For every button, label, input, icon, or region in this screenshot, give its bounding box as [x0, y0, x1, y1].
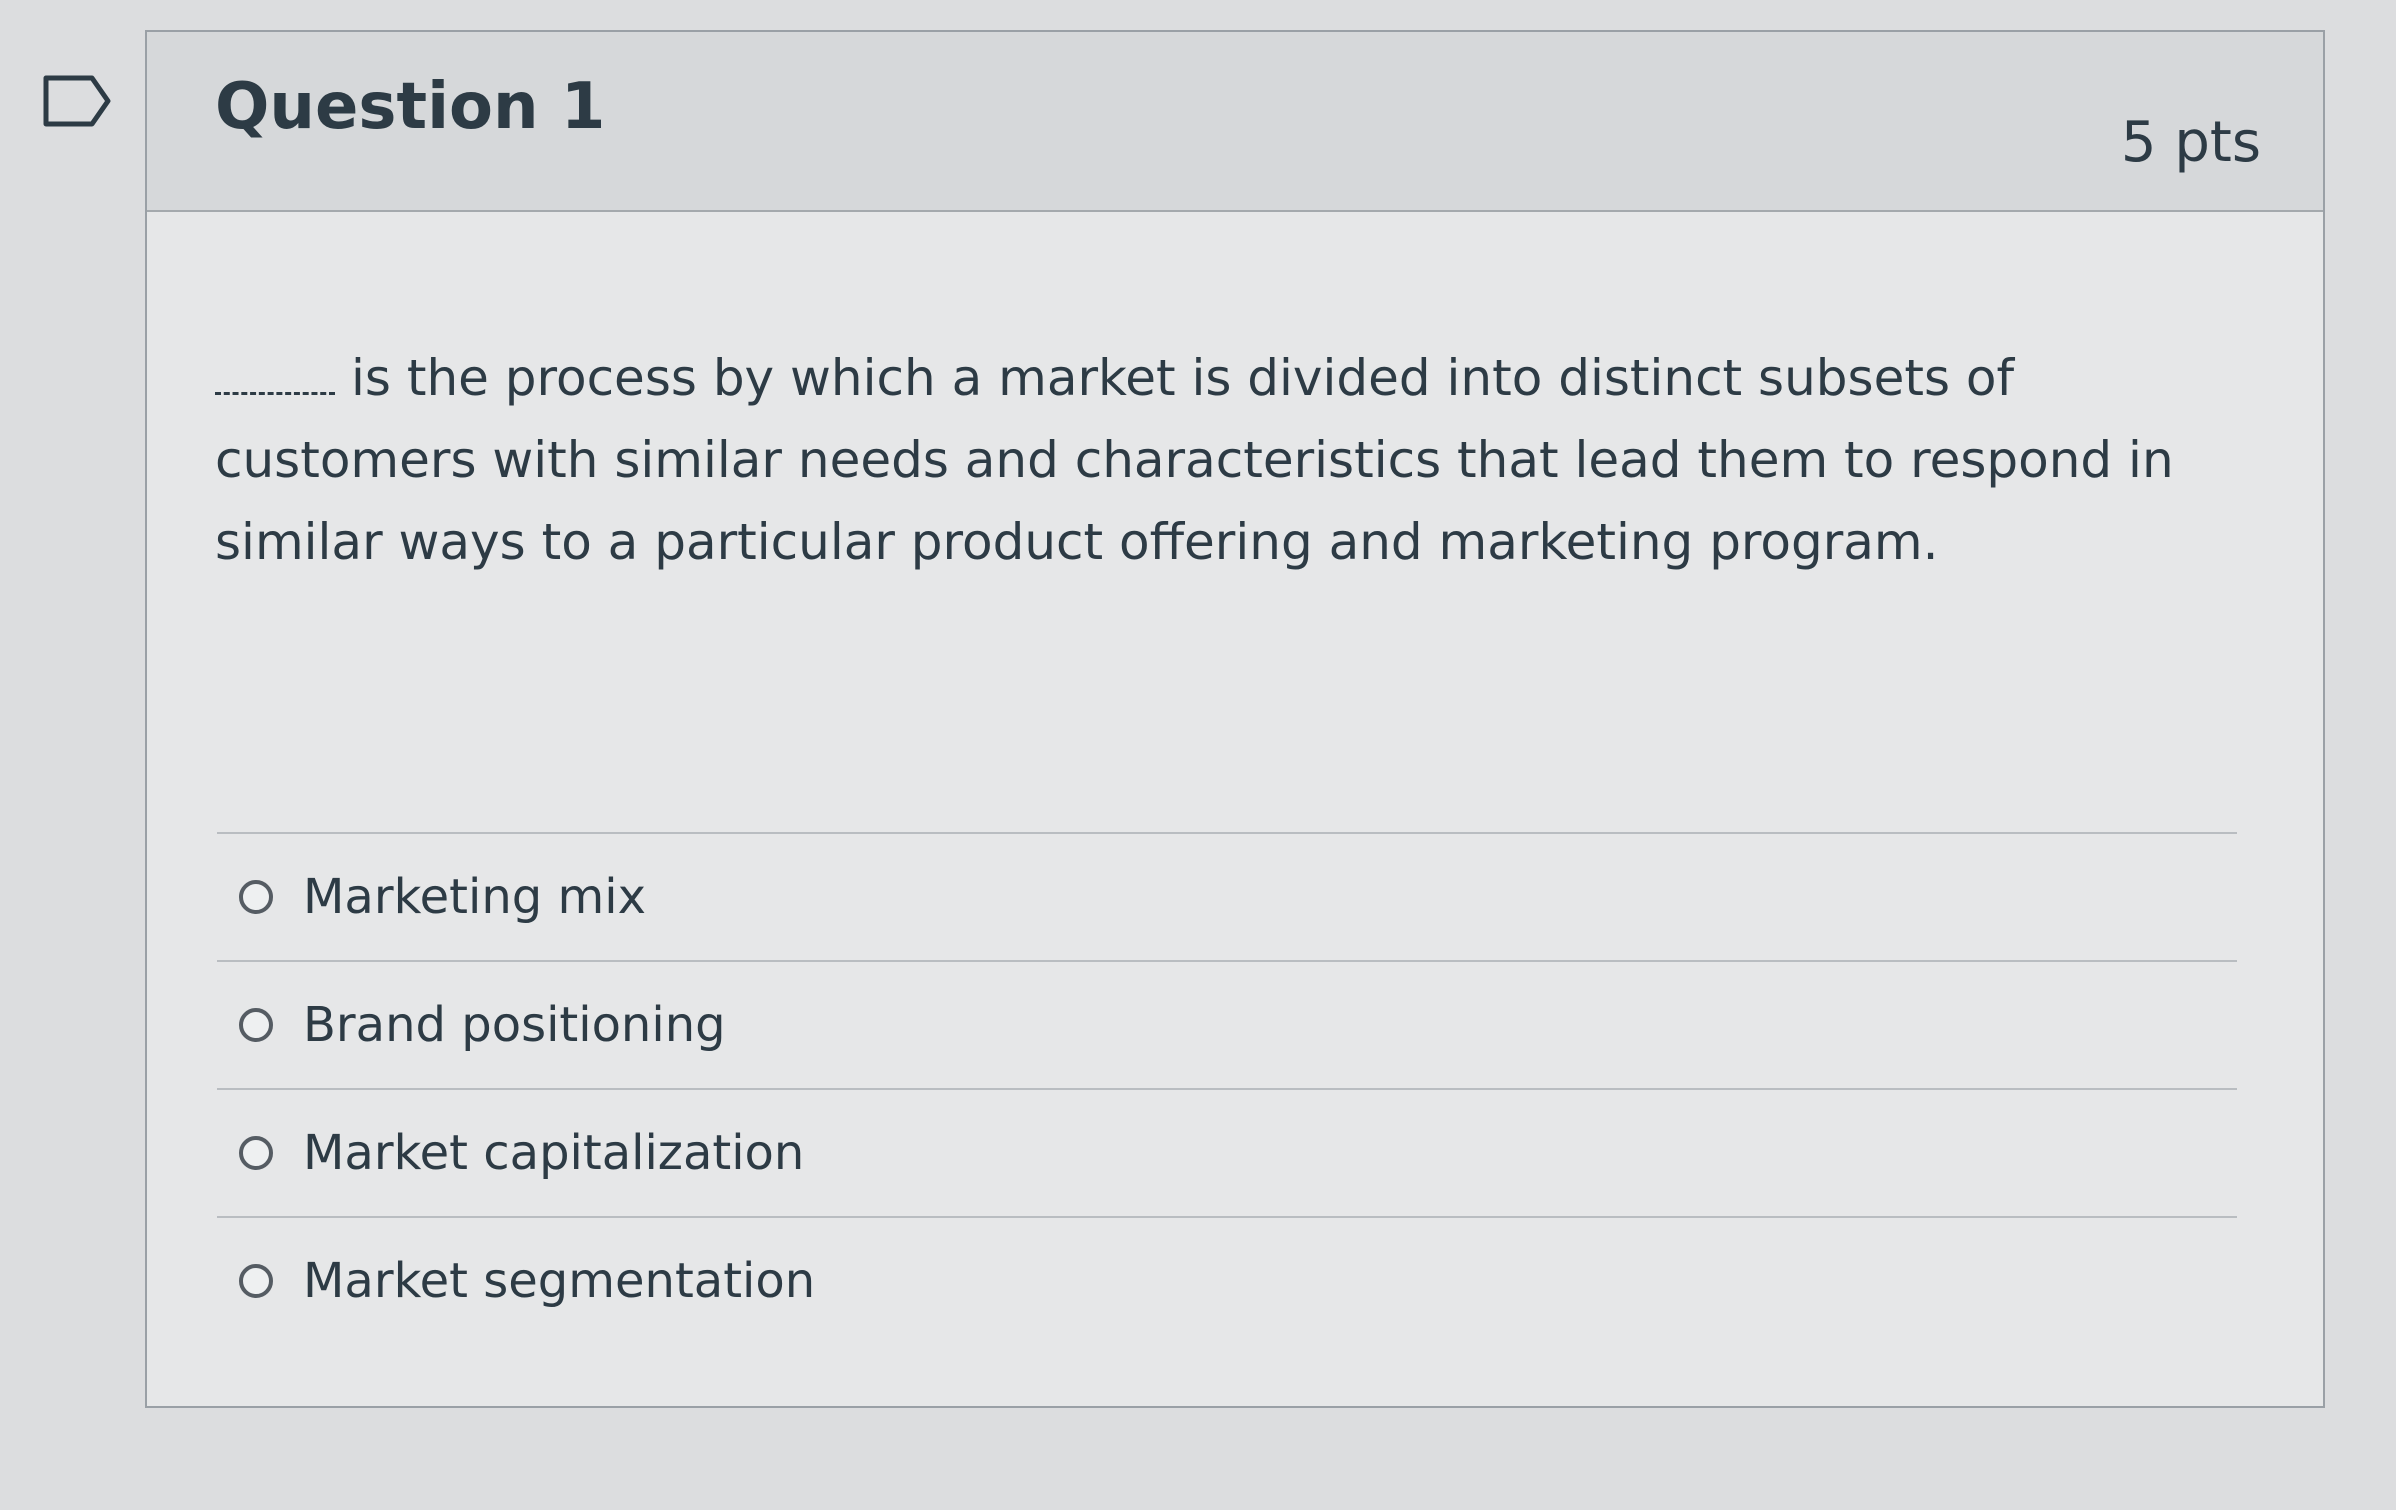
- question-card: Question 1 5 pts is the process by which…: [145, 30, 2325, 1408]
- radio-button-icon[interactable]: [239, 1008, 273, 1042]
- bookmark-flag-icon[interactable]: [40, 72, 116, 130]
- question-header: Question 1 5 pts: [147, 32, 2323, 212]
- question-text-block: is the process by which a market is divi…: [215, 337, 2255, 583]
- radio-button-icon[interactable]: [239, 1136, 273, 1170]
- radio-button-icon[interactable]: [239, 1264, 273, 1298]
- answer-option[interactable]: Brand positioning: [217, 960, 2237, 1088]
- answer-label[interactable]: Market segmentation: [303, 1253, 815, 1309]
- answer-list: Marketing mix Brand positioning Market c…: [217, 832, 2237, 1344]
- question-text: is the process by which a market is divi…: [215, 349, 2174, 571]
- fill-in-blank: [215, 364, 335, 395]
- question-title: Question 1: [215, 70, 606, 144]
- radio-button-icon[interactable]: [239, 880, 273, 914]
- answer-option[interactable]: Market segmentation: [217, 1216, 2237, 1344]
- answer-option[interactable]: Marketing mix: [217, 832, 2237, 960]
- question-points: 5 pts: [2120, 110, 2261, 175]
- answer-label[interactable]: Brand positioning: [303, 997, 726, 1053]
- answer-label[interactable]: Marketing mix: [303, 869, 646, 925]
- answer-label[interactable]: Market capitalization: [303, 1125, 804, 1181]
- answer-option[interactable]: Market capitalization: [217, 1088, 2237, 1216]
